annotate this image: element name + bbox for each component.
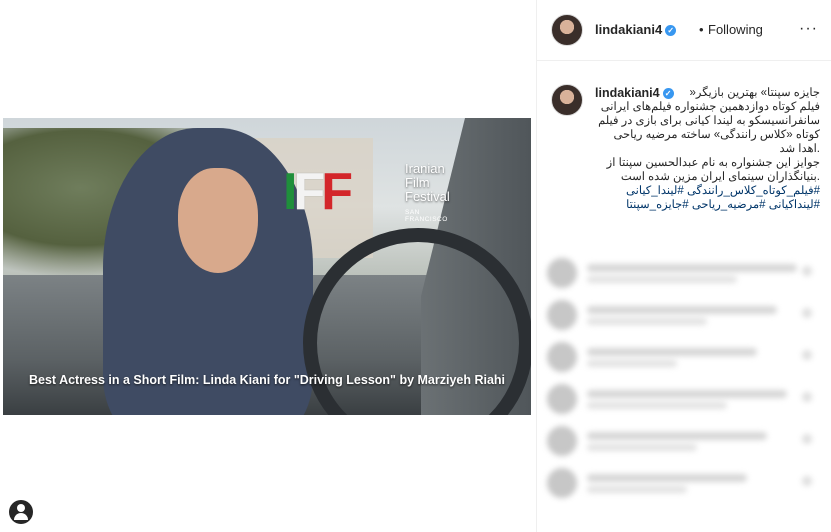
hashtag-line[interactable]: #فیلم_کوتاه_کلاس_رانندگی #لیندا_کیانی [595, 184, 820, 198]
festival-name: Iranian Film Festival [405, 162, 450, 204]
blurred-comment [547, 258, 817, 288]
username-text: lindakiani4 [595, 22, 663, 37]
caption-avatar[interactable] [551, 84, 583, 116]
header-separator: • [699, 22, 704, 37]
post-image[interactable]: IFF Iranian Film Festival SAN FRANCISCO … [3, 118, 531, 415]
blurred-comment [547, 468, 817, 498]
caption-line: فیلم کوتاه دوازدهمین جشنواره فیلم‌های ای… [600, 101, 820, 113]
verified-badge-icon: ✓ [665, 25, 677, 37]
following-button[interactable]: Following [708, 22, 763, 37]
iff-logo-mark: IFF [283, 163, 353, 221]
post-sidebar: lindakiani4 ✓ • Following ··· lindakiani4… [536, 0, 831, 532]
media-pane: IFF Iranian Film Festival SAN FRANCISCO … [0, 0, 535, 532]
caption-text: جایزه سپنتا» بهترین بازیگر« فیلم کوتاه د… [595, 86, 820, 212]
festival-name-line3: Festival [405, 189, 450, 204]
blurred-comment [547, 384, 817, 414]
image-caption-text: Best Actress in a Short Film: Linda Kian… [28, 373, 506, 387]
festival-name-line1: Iranian [405, 161, 445, 176]
festival-city: SAN FRANCISCO [405, 209, 448, 223]
more-options-icon[interactable]: ··· [799, 20, 818, 38]
caption-line: جوایز این جشنواره به نام عبدالحسین سپنتا… [606, 157, 820, 169]
blurred-comment [547, 426, 817, 456]
festival-name-line2: Film [405, 175, 430, 190]
caption-line: کوتاه «کلاس رانندگی» ساخته مرضیه ریاحی [613, 129, 820, 141]
hashtag-line[interactable]: #لینداکیانی #مرضیه_ریاحی #جایزه_سپنتا [595, 198, 820, 212]
image-woman [63, 128, 313, 415]
image-face [178, 168, 258, 273]
username-link[interactable]: lindakiani4 ✓ [595, 22, 677, 37]
caption-line: .اهدا شد [779, 143, 820, 155]
festival-logo: IFF Iranian Film Festival SAN FRANCISCO [283, 158, 463, 228]
blurred-comment [547, 300, 817, 330]
profile-icon[interactable] [9, 500, 33, 524]
caption-line: .بنیانگذاران سینمای ایران مزین شده است [620, 171, 820, 183]
caption-line: جایزه سپنتا» بهترین بازیگر« [689, 87, 820, 99]
post-header: lindakiani4 ✓ • Following ··· [537, 0, 831, 61]
avatar[interactable] [551, 14, 583, 46]
blurred-comment [547, 342, 817, 372]
caption-line: سانفرانسیسکو به لیندا کیانی برای بازی در… [598, 115, 820, 127]
